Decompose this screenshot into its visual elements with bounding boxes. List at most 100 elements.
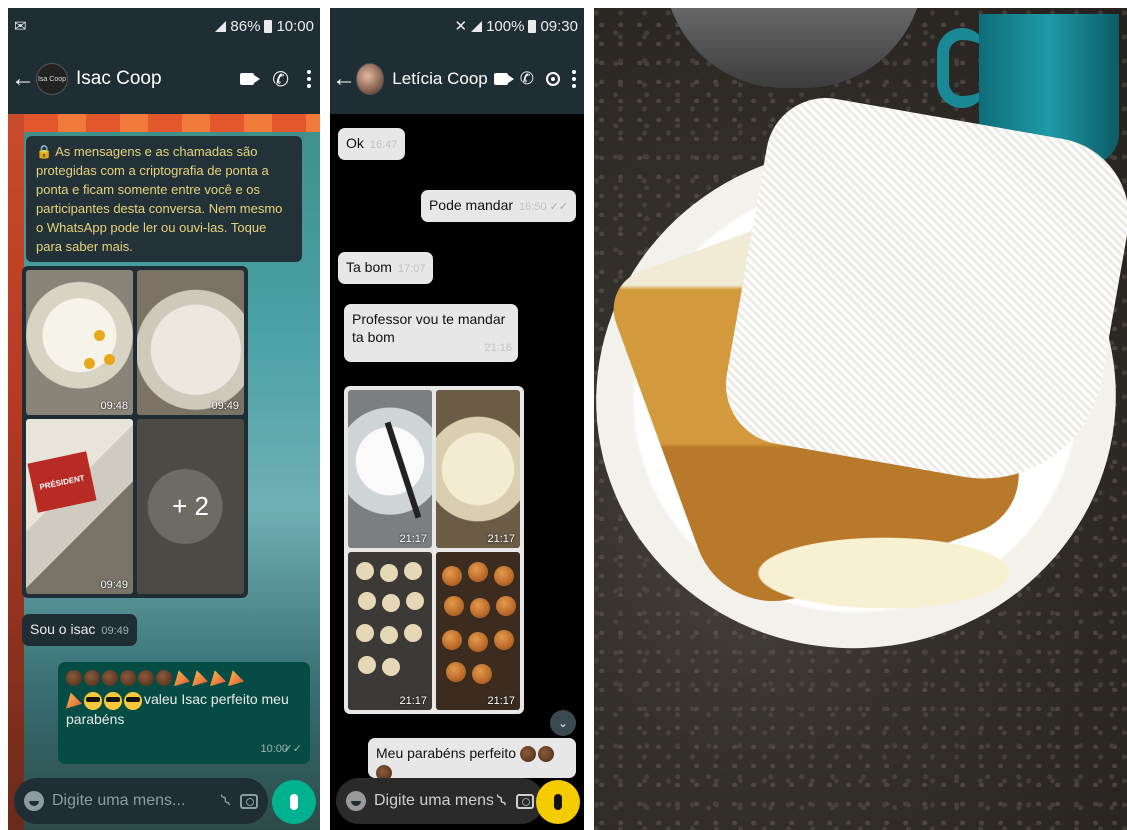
- battery-icon: [528, 19, 537, 33]
- wallpaper-decoration: [24, 114, 320, 132]
- message-text: Ok: [346, 135, 364, 151]
- incoming-message[interactable]: Ok 16:47: [338, 128, 406, 160]
- phone-call-icon[interactable]: ✆: [272, 67, 289, 92]
- message-text: Ta bom: [346, 259, 392, 275]
- battery-percent: 100%: [486, 17, 525, 35]
- message-time: 16:50: [519, 201, 547, 213]
- microphone-button[interactable]: [536, 780, 580, 824]
- incoming-message[interactable]: Sou o isac 09:49: [22, 614, 137, 646]
- notification-icon: ✉: [14, 18, 27, 35]
- camera-icon[interactable]: [516, 793, 534, 809]
- message-input-bar[interactable]: Digite uma mens... ⌇: [14, 778, 268, 824]
- message-time: 17:07: [397, 263, 426, 275]
- emoji-icon[interactable]: [346, 791, 366, 811]
- photo-time: 09:49: [100, 579, 128, 591]
- outgoing-message[interactable]: Pode mandar 16:50 ✓✓: [420, 190, 576, 222]
- package-label: PRÉSIDENT: [27, 450, 97, 513]
- party-popper-icon: [192, 670, 208, 687]
- message-input-bar[interactable]: Digite uma mens... ⌇: [336, 778, 544, 824]
- battery-icon: [264, 19, 273, 33]
- video-call-icon[interactable]: [493, 73, 514, 85]
- back-arrow-icon[interactable]: ←: [332, 65, 356, 93]
- clap-emoji-icon: [84, 670, 100, 687]
- paperclip-icon[interactable]: ⌇: [217, 790, 235, 811]
- microphone-icon: [554, 794, 562, 810]
- chat-header: ← Letícia Coop ✆: [330, 44, 584, 114]
- avatar[interactable]: Isa Coop: [36, 63, 68, 95]
- party-popper-icon: [66, 692, 82, 709]
- contact-name[interactable]: Isac Coop: [76, 68, 231, 90]
- clap-emoji-icon: [120, 670, 136, 687]
- message-list[interactable]: Ok 16:47 Pode mandar 16:50 ✓✓ Ta bom 17:07 P…: [330, 114, 584, 830]
- incoming-message[interactable]: Ta bom 17:07: [338, 252, 434, 284]
- message-text: Sou o isac: [30, 621, 96, 637]
- message-text: Professor vou te mandar ta bom: [352, 311, 506, 345]
- clap-emoji-icon: [156, 670, 172, 687]
- photo-thumbnail[interactable]: 21:17: [436, 552, 520, 710]
- status-bar: ✉ 86% 10:00: [8, 8, 320, 44]
- photo-time: 09:48: [100, 399, 128, 412]
- paperclip-icon[interactable]: ⌇: [493, 790, 511, 811]
- clap-emoji-icon: [66, 670, 82, 687]
- clap-emoji-icon: [138, 670, 154, 687]
- emoji-icon[interactable]: [24, 791, 44, 811]
- chat-screen-isac: ✉ 86% 10:00 ← Isa Coop Isac Coop ✆ 🔒 As …: [8, 8, 320, 830]
- video-call-icon[interactable]: [240, 73, 261, 85]
- microphone-button[interactable]: [272, 780, 316, 824]
- message-text: Pode mandar: [428, 197, 514, 213]
- party-popper-icon: [210, 670, 226, 687]
- phone-call-icon[interactable]: ✆: [520, 69, 534, 89]
- message-time: 21:16: [484, 342, 512, 354]
- party-popper-icon: [174, 670, 190, 687]
- message-list[interactable]: 🔒 As mensagens e as chamadas são protegi…: [8, 114, 320, 830]
- clap-emoji-icon: [102, 670, 118, 687]
- image-grid[interactable]: 09:48 09:49 PRÉSIDENT 09:49 + 2: [22, 266, 248, 598]
- photo-thumbnail[interactable]: PRÉSIDENT 09:49: [26, 418, 133, 594]
- avatar[interactable]: [356, 63, 385, 95]
- clock: 09:30: [540, 17, 578, 35]
- photo-time: 21:17: [399, 695, 427, 707]
- microphone-icon: [290, 794, 298, 810]
- sunglasses-emoji-icon: [104, 691, 122, 710]
- camera-icon[interactable]: [240, 793, 258, 809]
- signal-icon: [471, 20, 483, 32]
- emoji-row: [66, 668, 302, 687]
- message-input[interactable]: Digite uma mens...: [52, 792, 217, 810]
- photo-thumbnail[interactable]: 09:48: [26, 270, 133, 415]
- photo-time: 21:17: [487, 695, 515, 707]
- photo-time: 21:17: [487, 533, 515, 545]
- scroll-down-button[interactable]: ⌄: [550, 710, 576, 736]
- back-arrow-icon[interactable]: ←: [10, 65, 36, 93]
- incoming-message[interactable]: Professor vou te mandar ta bom 21:16: [344, 304, 518, 362]
- clock: 10:00: [276, 17, 314, 35]
- photo-thumbnail[interactable]: 21:17: [348, 552, 432, 710]
- battery-percent: 86%: [230, 17, 261, 35]
- status-bar: ✕ 100% 09:30: [330, 8, 584, 44]
- encryption-notice[interactable]: 🔒 As mensagens e as chamadas são protegi…: [26, 136, 302, 262]
- location-icon[interactable]: [546, 72, 560, 86]
- coconut-topping: [716, 88, 1127, 498]
- sunglasses-emoji-icon: [124, 691, 142, 710]
- image-grid[interactable]: 21:17 21:17 21:17 21:17: [344, 386, 524, 714]
- more-photos-count: + 2: [172, 490, 209, 521]
- photo-thumbnail[interactable]: 21:17: [436, 390, 520, 548]
- message-text: Meu parabéns perfeito: [376, 745, 517, 761]
- chat-header: ← Isa Coop Isac Coop ✆: [8, 44, 320, 114]
- contact-name[interactable]: Letícia Coop: [392, 69, 487, 89]
- chat-screen-leticia: ✕ 100% 09:30 ← Letícia Coop ✆ Ok 16:47 Po…: [330, 8, 584, 830]
- more-photos-overlay[interactable]: + 2: [137, 418, 244, 594]
- menu-dots-icon[interactable]: [307, 70, 311, 88]
- party-popper-icon: [228, 670, 244, 687]
- clap-emoji-icon: [519, 746, 536, 763]
- menu-dots-icon[interactable]: [572, 70, 576, 88]
- message-input[interactable]: Digite uma mens...: [374, 792, 493, 810]
- photo-thumbnail[interactable]: 09:49: [137, 270, 244, 415]
- photo-time: 21:17: [399, 533, 427, 545]
- sunglasses-emoji-icon: [84, 691, 102, 710]
- condensed-milk-drip: [724, 528, 1044, 618]
- photo-thumbnail[interactable]: 21:17: [348, 390, 432, 548]
- outgoing-message[interactable]: Meu parabéns perfeito: [368, 738, 576, 781]
- clap-emoji-icon: [537, 746, 554, 763]
- outgoing-message[interactable]: valeu Isac perfeito meu parabéns 10:00 ✓…: [58, 662, 310, 764]
- photo-time: 09:49: [211, 399, 239, 412]
